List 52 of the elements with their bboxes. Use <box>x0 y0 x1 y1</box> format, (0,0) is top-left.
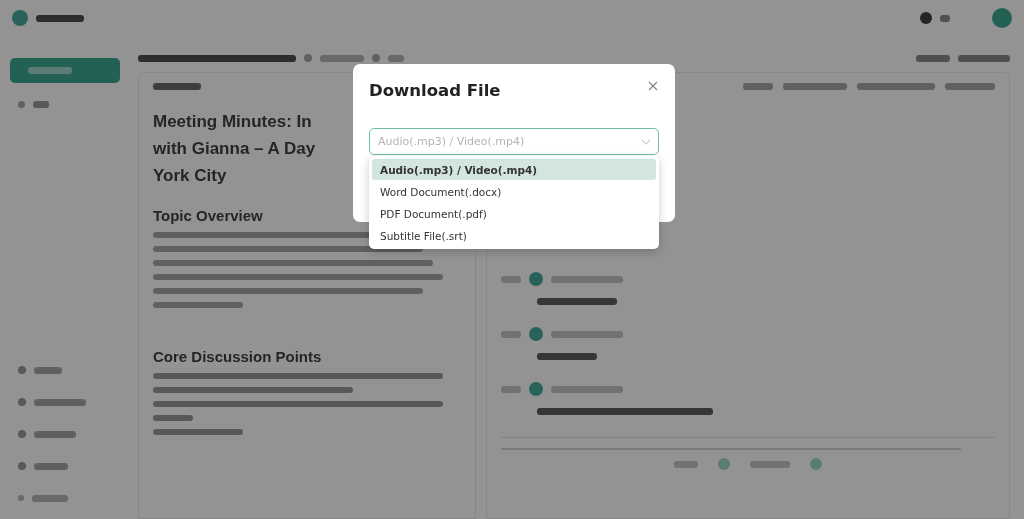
blurred-text <box>36 14 84 22</box>
menu-item-icon <box>18 100 25 108</box>
blurred-text <box>783 83 847 90</box>
summary-heading: Meeting Minutes: In <box>153 111 312 133</box>
blurred-text <box>749 460 790 468</box>
blurred-text <box>916 54 950 62</box>
skip-icon <box>809 458 822 470</box>
dialog-title: Download File <box>369 81 501 100</box>
format-option[interactable]: PDF Document(.pdf) <box>372 203 656 224</box>
menu-item-icon <box>18 398 26 406</box>
format-option[interactable]: Word Document(.docx) <box>372 181 656 202</box>
blurred-text <box>153 415 193 421</box>
speaker-avatar <box>528 327 543 341</box>
blurred-text <box>32 494 68 502</box>
toolbar-icon <box>304 54 312 62</box>
blurred-text <box>500 330 521 338</box>
format-option[interactable]: Audio(.mp3) / Video(.mp4) <box>372 159 656 180</box>
format-option[interactable]: Subtitle File(.srt) <box>372 225 656 246</box>
blurred-text <box>940 14 950 22</box>
blurred-text <box>500 275 521 283</box>
summary-heading: with Gianna – A Day <box>153 138 316 160</box>
toolbar-icon <box>372 54 380 62</box>
blurred-text <box>536 353 597 360</box>
blurred-text <box>945 83 995 90</box>
menu-item-icon <box>18 366 26 374</box>
close-icon <box>648 81 658 91</box>
menu-item-icon <box>18 430 26 438</box>
blurred-text <box>743 83 773 90</box>
avatar <box>992 8 1012 28</box>
speaker-avatar <box>528 382 543 396</box>
blurred-text <box>153 83 201 90</box>
menu-item-icon <box>18 495 24 501</box>
blurred-text <box>958 54 1010 62</box>
section-heading: Core Discussion Points <box>153 348 322 365</box>
summary-heading: York City <box>153 165 227 187</box>
blurred-text <box>673 460 698 468</box>
blurred-text <box>34 398 86 406</box>
blurred-text <box>34 366 62 374</box>
blurred-text <box>320 54 364 62</box>
skip-icon <box>717 458 730 470</box>
blurred-text <box>34 430 76 438</box>
theme-toggle-icon <box>920 12 932 24</box>
blurred-text <box>33 100 49 108</box>
format-select[interactable]: Audio(.mp3) / Video(.mp4) <box>369 128 659 155</box>
chevron-icon <box>641 139 651 145</box>
logo-icon <box>12 10 28 26</box>
blurred-text <box>500 385 521 393</box>
menu-item-icon <box>18 462 26 470</box>
speaker-avatar <box>528 272 543 286</box>
blurred-text <box>388 54 404 62</box>
blurred-text <box>34 462 68 470</box>
section-heading: Topic Overview <box>153 207 263 224</box>
